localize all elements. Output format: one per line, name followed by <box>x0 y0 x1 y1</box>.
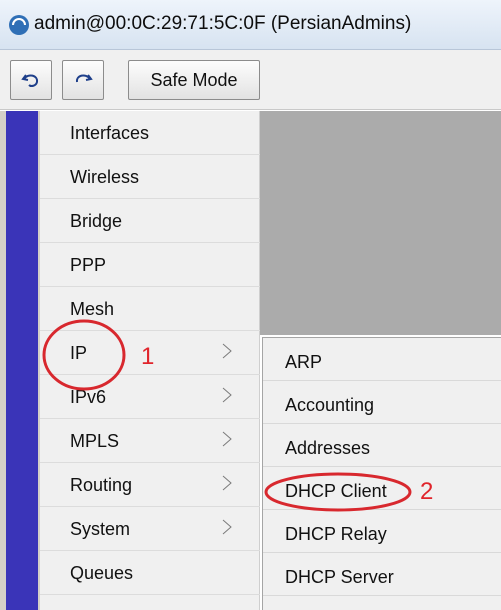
redo-button[interactable] <box>62 60 104 100</box>
submenu-item-label: DHCP Server <box>285 567 394 587</box>
menu-item-label: MPLS <box>70 431 120 451</box>
menu-item-routing[interactable]: Routing <box>40 463 260 507</box>
submenu-arrow-icon <box>222 519 232 535</box>
menu-item-mpls[interactable]: MPLS <box>40 419 260 463</box>
submenu-item-label: ARP <box>285 352 323 372</box>
toolbar: Safe Mode <box>0 50 501 110</box>
ip-submenu: ARP Accounting Addresses DHCP Client DHC… <box>262 337 501 610</box>
submenu-item-accounting[interactable]: Accounting <box>263 381 501 424</box>
menu-item-ppp[interactable]: PPP <box>40 243 260 287</box>
submenu-arrow-icon <box>222 343 232 359</box>
submenu-item-label: Addresses <box>285 438 371 458</box>
menu-item-label: Routing <box>70 475 133 495</box>
submenu-item-arp[interactable]: ARP <box>263 338 501 381</box>
menu-item-system[interactable]: System <box>40 507 260 551</box>
safe-mode-button[interactable]: Safe Mode <box>128 60 260 100</box>
submenu-item-addresses[interactable]: Addresses <box>263 424 501 467</box>
menu-item-ipv6[interactable]: IPv6 <box>40 375 260 419</box>
menu-item-label: IP <box>70 343 88 363</box>
submenu-arrow-icon <box>222 387 232 403</box>
submenu-item-dhcp-relay[interactable]: DHCP Relay <box>263 510 501 553</box>
annotation-step-2: 2 <box>420 478 434 505</box>
submenu-arrow-icon <box>222 431 232 447</box>
redo-icon <box>75 74 93 83</box>
menu-item-label: Mesh <box>70 299 115 319</box>
menu-item-interfaces[interactable]: Interfaces <box>40 111 260 155</box>
menu-item-label: Interfaces <box>70 123 150 143</box>
menu-item-label: PPP <box>70 255 107 275</box>
workspace-area <box>260 111 501 335</box>
submenu-item-label: Accounting <box>285 395 375 415</box>
submenu-item-dhcp-client[interactable]: DHCP Client <box>263 467 501 510</box>
menu-item-label: Bridge <box>70 211 123 231</box>
menu-item-label: System <box>70 519 131 539</box>
menu-item-label: Queues <box>70 563 134 583</box>
annotation-step-1: 1 <box>141 343 155 370</box>
submenu-item-dhcp-server[interactable]: DHCP Server <box>263 553 501 596</box>
submenu-item-label: DHCP Relay <box>285 524 387 544</box>
submenu-arrow-icon <box>222 475 232 491</box>
window-title: admin@00:0C:29:71:5C:0F (PersianAdmins) <box>34 13 412 34</box>
window-titlebar: admin@00:0C:29:71:5C:0F (PersianAdmins) <box>0 0 501 50</box>
menu-item-mesh[interactable]: Mesh <box>40 287 260 331</box>
menu-item-bridge[interactable]: Bridge <box>40 199 260 243</box>
undo-button[interactable] <box>10 60 52 100</box>
menu-item-label: IPv6 <box>70 387 107 407</box>
menu-item-queues[interactable]: Queues <box>40 551 260 595</box>
winbox-app-icon <box>9 15 29 35</box>
menu-item-wireless[interactable]: Wireless <box>40 155 260 199</box>
submenu-item-label: DHCP Client <box>285 481 387 501</box>
menu-item-label: Wireless <box>70 167 140 187</box>
undo-icon <box>21 74 39 87</box>
sidebar-rail-stripe <box>6 111 38 610</box>
